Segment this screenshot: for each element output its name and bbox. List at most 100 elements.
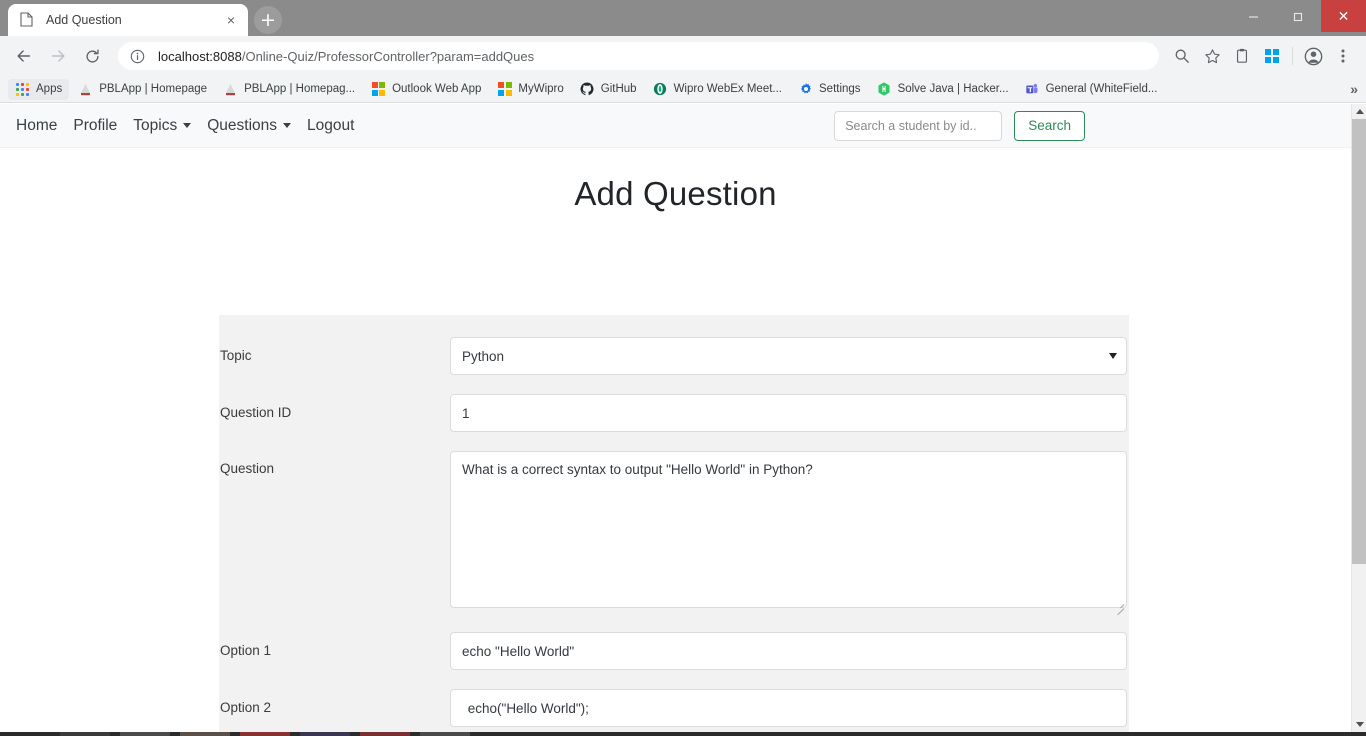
bookmark-label: MyWipro (518, 83, 564, 95)
bookmark-pblapp-homepage-2[interactable]: PBLApp | Homepag... (216, 79, 362, 100)
scroll-down-icon[interactable] (1352, 717, 1366, 732)
taskbar-item[interactable] (60, 732, 110, 736)
scrollbar-thumb[interactable] (1352, 119, 1366, 564)
github-icon (580, 82, 595, 97)
bookmark-general-whitefield[interactable]: General (WhiteField... (1018, 79, 1165, 100)
nav-label: Home (16, 116, 58, 134)
form-row-question: Question What is a correct syntax to out… (219, 451, 1129, 616)
bookmark-solve-java-hackerrank[interactable]: Solve Java | Hacker... (870, 79, 1016, 100)
reload-button[interactable] (76, 40, 108, 72)
profile-icon[interactable] (1298, 41, 1328, 71)
taskbar-item[interactable] (300, 732, 350, 736)
bookmark-github[interactable]: GitHub (573, 79, 644, 100)
maximize-button[interactable] (1276, 0, 1321, 32)
forward-button[interactable] (42, 40, 74, 72)
label-option-1: Option 1 (220, 643, 272, 658)
option-2-input[interactable] (450, 689, 1127, 727)
site-nav-links: Home Profile Topics Questions Logout (16, 117, 370, 135)
bookmark-mywipro[interactable]: MyWipro (490, 79, 570, 100)
nav-item-questions[interactable]: Questions (207, 116, 292, 135)
search-icon[interactable] (1167, 41, 1197, 71)
taskbar-item[interactable] (240, 732, 290, 736)
browser-window: Add Question × + ✕ localhost:8088/Online… (0, 0, 1366, 736)
taskbar-item[interactable] (420, 732, 470, 736)
bookmarks-overflow-icon[interactable]: » (1350, 81, 1358, 97)
question-textarea-wrap: What is a correct syntax to output "Hell… (450, 451, 1127, 616)
bookmark-settings[interactable]: Settings (791, 79, 868, 100)
address-bar[interactable]: localhost:8088/Online-Quiz/ProfessorCont… (118, 42, 1159, 70)
search-input[interactable] (834, 110, 1003, 141)
window-controls: ✕ (1231, 0, 1366, 32)
new-tab-button[interactable]: + (254, 6, 282, 34)
bookmarks-bar: Apps PBLApp | Homepage PBLApp | Homepag.… (0, 76, 1366, 103)
label-topic: Topic (220, 348, 252, 363)
bookmark-label: GitHub (600, 83, 637, 95)
microsoft-icon (371, 82, 386, 97)
close-window-button[interactable]: ✕ (1321, 0, 1366, 32)
nav-item-home[interactable]: Home (16, 117, 57, 135)
page-scrollbar[interactable] (1351, 104, 1366, 732)
question-textarea[interactable]: What is a correct syntax to output "Hell… (450, 451, 1127, 608)
address-host: localhost:8088 (158, 48, 242, 64)
form-row-question-id: Question ID (219, 394, 1129, 432)
field-option-2 (450, 689, 1129, 727)
field-question: What is a correct syntax to output "Hell… (450, 451, 1129, 616)
student-search-group: Search (834, 110, 1335, 141)
taskbar-items (0, 732, 1366, 736)
page-title: Add Question (574, 175, 777, 212)
address-path: /Online-Quiz/ProfessorController?param=a… (241, 48, 535, 64)
nav-item-logout[interactable]: Logout (307, 117, 354, 135)
tab-add-question[interactable]: Add Question × (8, 4, 248, 36)
bookmark-label: Solve Java | Hacker... (897, 83, 1009, 95)
question-id-input[interactable] (450, 394, 1127, 432)
back-button[interactable] (8, 40, 40, 72)
bookmark-outlook-web-app[interactable]: Outlook Web App (364, 79, 488, 100)
form-row-option-2: Option 2 (219, 689, 1129, 727)
clipboard-icon[interactable] (1227, 41, 1257, 71)
browser-toolbar: localhost:8088/Online-Quiz/ProfessorCont… (0, 36, 1366, 76)
field-question-id (450, 394, 1129, 432)
scroll-up-icon[interactable] (1352, 104, 1366, 119)
option-1-input[interactable] (450, 632, 1127, 670)
form-row-topic: Topic Python (219, 337, 1129, 375)
nav-item-profile[interactable]: Profile (73, 117, 117, 135)
windows-icon[interactable] (1257, 41, 1287, 71)
chevron-down-icon (283, 123, 292, 128)
minimize-button[interactable] (1231, 0, 1276, 32)
star-icon[interactable] (1197, 41, 1227, 71)
search-button[interactable]: Search (1014, 110, 1085, 141)
close-icon[interactable]: × (222, 11, 240, 29)
taskbar-item[interactable] (180, 732, 230, 736)
menu-icon[interactable] (1328, 41, 1358, 71)
hackerrank-icon (877, 82, 892, 97)
webex-icon (653, 82, 668, 97)
label-option-2: Option 2 (220, 700, 272, 715)
info-circle-icon[interactable] (130, 49, 148, 64)
bookmark-label: PBLApp | Homepage (99, 83, 208, 95)
page-viewport: Home Profile Topics Questions Logout Sea… (0, 104, 1366, 732)
taskbar-item[interactable] (360, 732, 410, 736)
bookmark-label: Settings (819, 83, 861, 95)
field-topic: Python (450, 337, 1129, 375)
bookmark-label: General (WhiteField... (1045, 83, 1158, 95)
bookmark-wipro-webex[interactable]: Wipro WebEx Meet... (646, 79, 789, 100)
toolbar-divider (1292, 47, 1293, 65)
add-question-form: Topic Python Question ID 1 Question What… (219, 315, 1129, 732)
taskbar-item[interactable] (120, 732, 170, 736)
nav-item-topics[interactable]: Topics (133, 117, 192, 135)
nav-label: Logout (307, 116, 355, 134)
bookmark-label: Apps (36, 83, 63, 95)
bookmark-apps[interactable]: Apps (8, 78, 70, 100)
web-page: Home Profile Topics Questions Logout Sea… (0, 104, 1351, 732)
chevron-down-icon (183, 123, 192, 128)
taskbar-item[interactable] (0, 732, 50, 736)
pbl-icon (78, 82, 93, 97)
topic-select[interactable]: Python (450, 337, 1127, 375)
gear-icon (798, 82, 813, 97)
microsoft-icon (497, 82, 512, 97)
teams-icon (1025, 82, 1040, 97)
label-question-id: Question ID (220, 405, 292, 420)
label-question: Question (220, 461, 275, 476)
nav-label: Questions (207, 116, 278, 134)
bookmark-pblapp-homepage[interactable]: PBLApp | Homepage (71, 79, 214, 100)
